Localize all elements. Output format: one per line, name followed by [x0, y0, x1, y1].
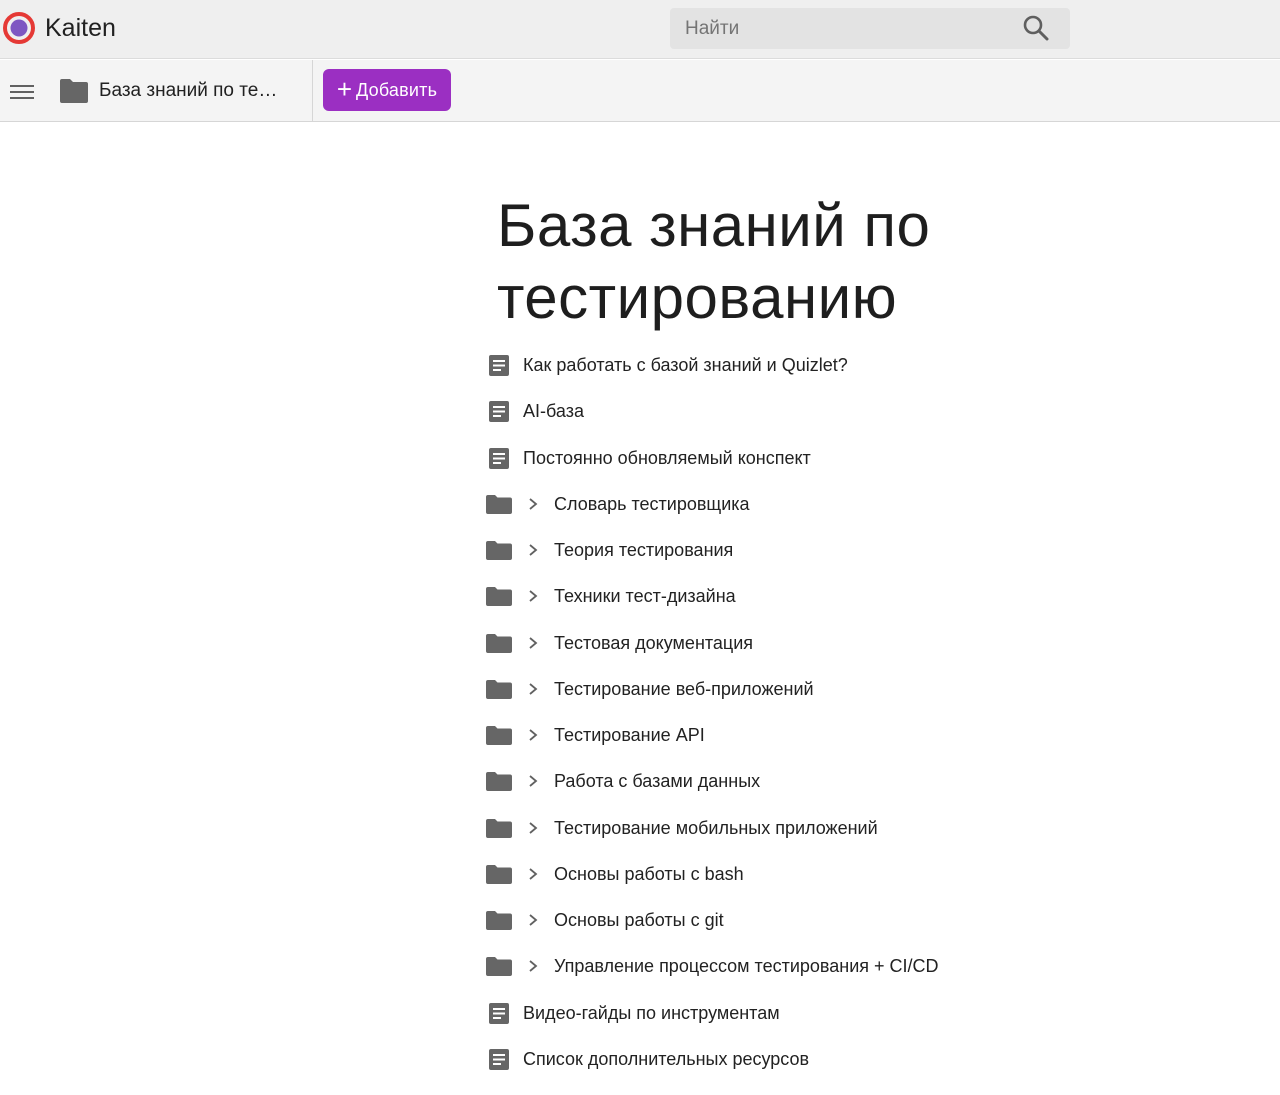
add-button-label: Добавить — [356, 79, 438, 100]
document-list-item[interactable]: Список дополнительных ресурсов — [486, 1036, 1046, 1082]
document-icon — [489, 1002, 509, 1024]
chevron-right-icon[interactable] — [525, 866, 541, 882]
chevron-right-icon[interactable] — [525, 820, 541, 836]
folder-icon — [486, 587, 512, 607]
folder-icon — [60, 79, 88, 103]
folder-list-item[interactable]: Работа с базами данных — [486, 758, 1046, 804]
page-title-line-2: тестированию — [497, 264, 898, 331]
folder-list-item[interactable]: Техники тест-дизайна — [486, 573, 1046, 619]
list-item-label: Видео-гайды по инструментам — [523, 1002, 780, 1023]
chevron-right-icon[interactable] — [525, 681, 541, 697]
folder-list-item[interactable]: Теория тестирования — [486, 527, 1046, 573]
chevron-right-icon[interactable] — [525, 635, 541, 651]
folder-icon — [486, 772, 512, 792]
list-item-label: Тестирование мобильных приложений — [554, 817, 878, 838]
kaiten-logo-icon[interactable] — [3, 12, 35, 44]
chevron-right-icon[interactable] — [525, 958, 541, 974]
document-icon — [489, 447, 509, 469]
document-icon — [489, 401, 509, 423]
document-list-item[interactable]: Постоянно обновляемый конспект — [486, 435, 1046, 481]
folder-icon — [486, 494, 512, 514]
toolbar-divider — [312, 60, 313, 122]
folder-list-item[interactable]: Словарь тестировщика — [486, 481, 1046, 527]
document-list-item[interactable]: AI-база — [486, 388, 1046, 434]
document-icon — [489, 355, 509, 376]
folder-list-item[interactable]: Тестирование веб-приложений — [486, 666, 1046, 712]
breadcrumb-label: База знаний по те… — [99, 80, 278, 101]
folder-icon — [486, 957, 512, 977]
list-item-label: Как работать с базой знаний и Quizlet? — [523, 355, 848, 375]
folder-icon — [486, 679, 512, 699]
page-title: База знаний по тестированию — [497, 190, 1097, 334]
hamburger-menu-icon[interactable] — [8, 78, 36, 106]
document-list-item[interactable]: Видео-гайды по инструментам — [486, 990, 1046, 1036]
search-box[interactable] — [670, 8, 1070, 49]
list-item-label: Постоянно обновляемый конспект — [523, 447, 811, 468]
search-input[interactable] — [685, 8, 1015, 49]
folder-icon — [486, 864, 512, 884]
document-icon — [489, 1048, 509, 1070]
chevron-right-icon[interactable] — [525, 912, 541, 928]
chevron-right-icon[interactable] — [525, 588, 541, 604]
plus-icon: + — [336, 73, 353, 104]
folder-list-item[interactable]: Тестовая документация — [486, 620, 1046, 666]
list-item-label: Тестовая документация — [554, 632, 754, 653]
breadcrumb[interactable]: База знаний по те… — [56, 68, 312, 114]
list-item-label: Техники тест-дизайна — [554, 586, 736, 607]
chevron-right-icon[interactable] — [525, 727, 541, 743]
folder-list-item[interactable]: Основы работы с bash — [486, 851, 1046, 897]
list-item-label: AI-база — [523, 401, 584, 422]
list-item-label: Словарь тестировщика — [554, 493, 750, 514]
list-item-label: Основы работы с bash — [554, 863, 744, 884]
chevron-right-icon[interactable] — [525, 542, 541, 558]
brand-name[interactable]: Kaiten — [45, 12, 116, 44]
list-item-label: Тестирование веб-приложений — [554, 678, 814, 699]
folder-icon — [486, 726, 512, 745]
toolbar: База знаний по те… — [0, 60, 1280, 122]
list-item-label: Теория тестирования — [554, 540, 734, 560]
folder-icon — [486, 818, 512, 838]
list-item-label: Список дополнительных ресурсов — [523, 1048, 810, 1069]
folder-list-item[interactable]: Тестирование API — [486, 712, 1046, 758]
folder-icon — [486, 541, 512, 560]
list-item-label: Тестирование API — [554, 725, 705, 745]
page-title-line-1: База знаний по — [497, 192, 931, 259]
knowledge-base-list: Как работать с базой знаний и Quizlet? AI… — [486, 342, 1046, 1082]
folder-icon — [486, 633, 512, 653]
list-item-label: Работа с базами данных — [554, 771, 761, 792]
search-icon[interactable] — [1021, 13, 1051, 43]
add-button[interactable]: + Добавить — [323, 69, 451, 111]
folder-list-item[interactable]: Управление процессом тестирования + CI/C… — [486, 943, 1046, 989]
folder-list-item[interactable]: Тестирование мобильных приложений — [486, 805, 1046, 851]
top-bar: Kaiten — [0, 0, 1280, 59]
folder-icon — [486, 911, 512, 930]
folder-list-item[interactable]: Основы работы с git — [486, 897, 1046, 943]
chevron-right-icon[interactable] — [525, 773, 541, 789]
list-item-label: Управление процессом тестирования + CI/C… — [554, 956, 939, 977]
document-list-item[interactable]: Как работать с базой знаний и Quizlet? — [486, 342, 1046, 388]
chevron-right-icon[interactable] — [525, 496, 541, 512]
list-item-label: Основы работы с git — [554, 910, 724, 930]
